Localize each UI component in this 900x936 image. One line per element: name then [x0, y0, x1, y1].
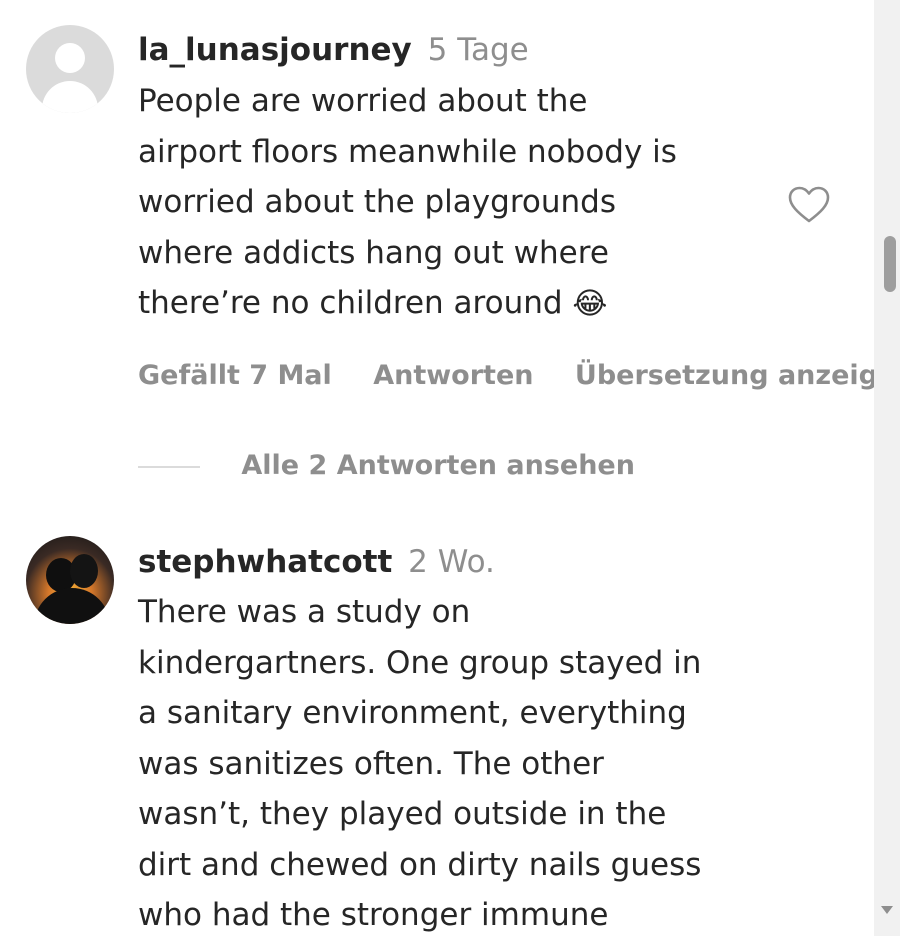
heart-outline-icon[interactable] — [787, 185, 831, 225]
comment-text-line: there’re no children around 😂 — [138, 278, 778, 330]
comment-text-line: wasn’t, they played outside in the — [138, 796, 667, 832]
avatar-photo-shape — [70, 554, 98, 588]
comment-text: People are worried about the airport flo… — [138, 76, 778, 330]
comment-text-line: a sanitary environment, everything — [138, 695, 687, 731]
avatar[interactable] — [26, 536, 114, 624]
comment-text-line: who had the stronger immune — [138, 897, 609, 933]
comment-header: stephwhatcott 2 Wo. — [138, 544, 495, 580]
comment-item: stephwhatcott 2 Wo. There was a study on… — [0, 520, 874, 936]
comment-text-line: kindergartners. One group stayed in — [138, 644, 702, 681]
comment-text: There was a study on kindergartners. One… — [138, 587, 778, 936]
view-replies-button[interactable]: Alle 2 Antworten ansehen — [138, 450, 635, 481]
username-link[interactable]: stephwhatcott — [138, 544, 392, 580]
avatar[interactable] — [26, 25, 114, 113]
avatar-head-shape — [55, 43, 85, 73]
comment-header: la_lunasjourney 5 Tage — [138, 32, 529, 68]
comments-list: la_lunasjourney 5 Tage People are worrie… — [0, 0, 874, 936]
scroll-down-arrow-icon[interactable] — [881, 906, 893, 914]
scroll-thumb[interactable] — [884, 236, 896, 292]
likes-count-button[interactable]: Gefällt 7 Mal — [138, 360, 332, 391]
timestamp[interactable]: 5 Tage — [428, 32, 529, 68]
comment-text-line: People are worried about the — [138, 83, 588, 119]
comment-item: la_lunasjourney 5 Tage People are worrie… — [0, 0, 874, 520]
replies-divider-line — [138, 465, 200, 468]
comment-text-line: where addicts hang out where — [138, 234, 609, 271]
timestamp[interactable]: 2 Wo. — [408, 544, 495, 580]
comment-text-line: worried about the playgrounds — [138, 184, 616, 220]
comment-actions: Gefällt 7 Mal Antworten Übersetzung anze… — [138, 360, 874, 391]
avatar-photo-shape — [34, 588, 110, 624]
avatar-shoulders-shape — [42, 81, 98, 113]
comment-text-segment: there’re no children around — [138, 285, 563, 321]
translate-button[interactable]: Übersetzung anzeige — [575, 360, 874, 391]
view-replies-label: Alle 2 Antworten ansehen — [241, 450, 635, 481]
reply-button[interactable]: Antworten — [373, 360, 533, 391]
comment-text-line: was sanitizes often. The other — [138, 745, 604, 782]
username-link[interactable]: la_lunasjourney — [138, 32, 412, 68]
laughing-emoji-icon: 😂 — [572, 286, 608, 322]
comment-text-line: dirt and chewed on dirty nails guess — [138, 846, 702, 883]
scrollbar[interactable] — [874, 0, 900, 936]
comment-text-line: There was a study on — [138, 594, 471, 630]
comment-text-line: airport floors meanwhile nobody is — [138, 133, 677, 170]
